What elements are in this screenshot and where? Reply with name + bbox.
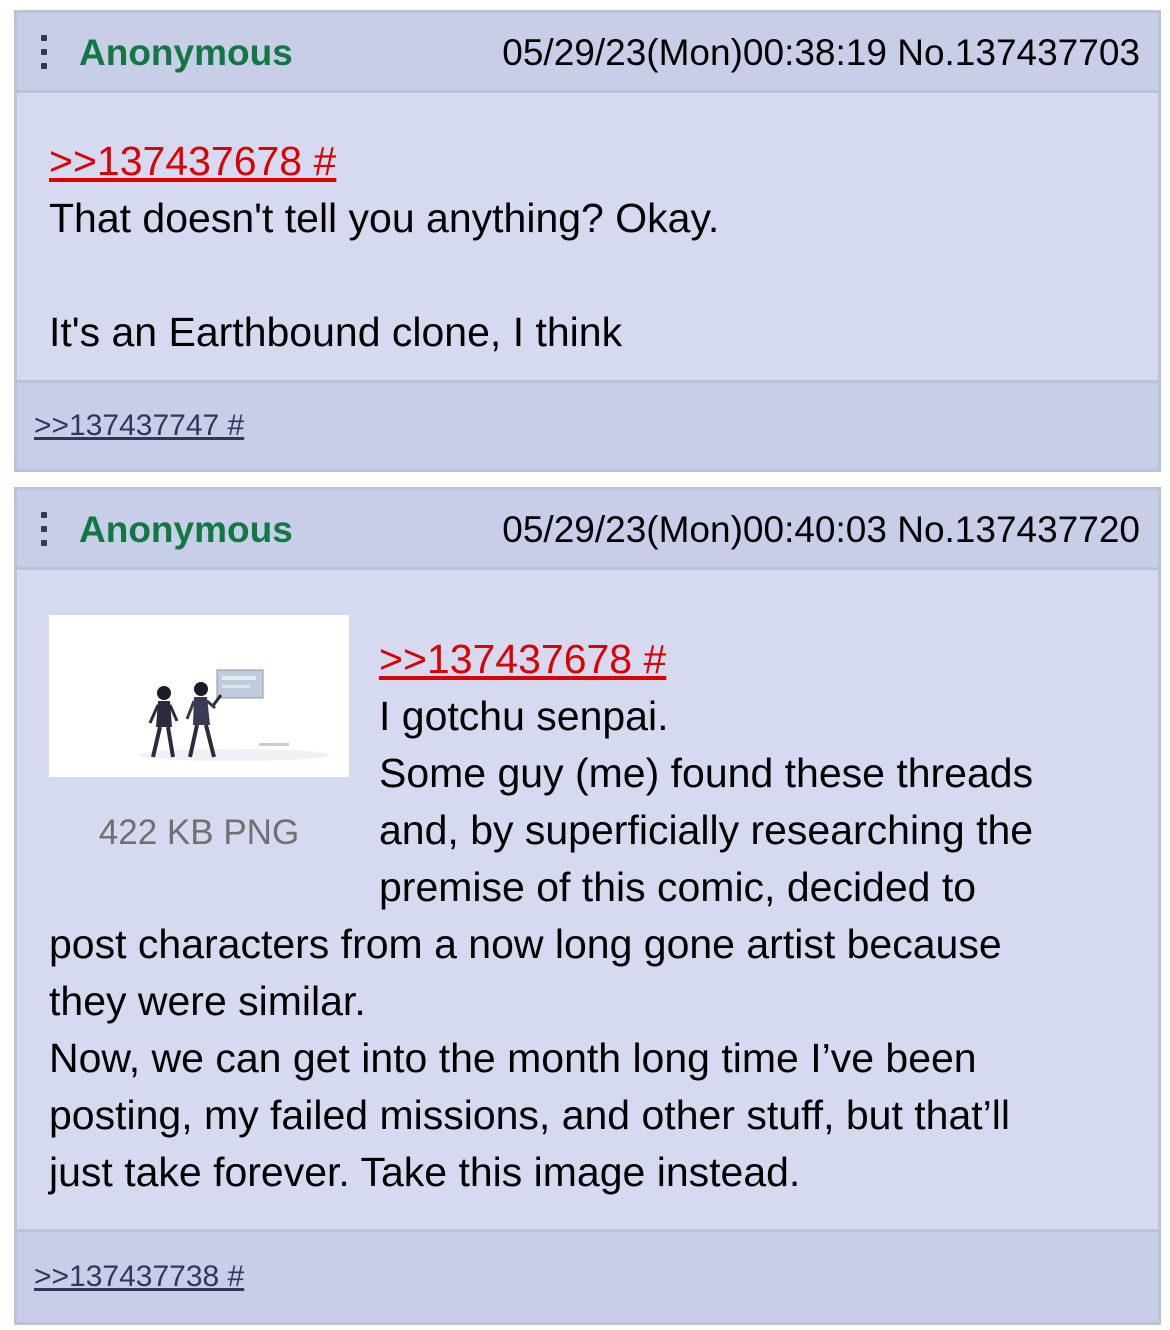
post-137437703: Anonymous 05/29/23(Mon)00:38:19 No.13743… (14, 10, 1161, 472)
post-header: Anonymous 05/29/23(Mon)00:40:03 No.13743… (17, 490, 1158, 570)
message-line: Now, we can get into the month long time… (49, 1035, 977, 1081)
post-message-full-width: post characters from a now long gone art… (49, 916, 1010, 1201)
message-line: post characters from a now long gone art… (49, 921, 1002, 967)
post-image-thumbnail[interactable] (49, 615, 349, 777)
file-info: 422 KB PNG (98, 813, 300, 852)
post-date-and-number: 05/29/23(Mon)00:40:03 No.137437720 (502, 508, 1140, 552)
backlink[interactable]: >>137437738 # (34, 1260, 244, 1294)
message-line: posting, my failed missions, and other s… (49, 1092, 1010, 1138)
post-footer: >>137437747 # (17, 380, 1158, 469)
post-number[interactable]: No.137437703 (897, 32, 1140, 73)
vertical-ellipsis-icon[interactable] (41, 35, 47, 71)
message-line: Some guy (me) found these threads (379, 750, 1034, 796)
quote-link[interactable]: >>137437678 # (49, 138, 336, 184)
post-date-and-number: 05/29/23(Mon)00:38:19 No.137437703 (502, 31, 1140, 75)
poster-name: Anonymous (79, 509, 293, 550)
post-message: >>137437678 # That doesn't tell you anyt… (49, 133, 719, 361)
message-line: It's an Earthbound clone, I think (49, 309, 623, 355)
post-header: Anonymous 05/29/23(Mon)00:38:19 No.13743… (17, 13, 1158, 93)
post-datetime: 05/29/23(Mon)00:40:03 (502, 509, 887, 550)
message-line: they were similar. (49, 978, 366, 1024)
comic-figures-image (49, 615, 349, 777)
message-line: just take forever. Take this image inste… (49, 1149, 801, 1195)
post-datetime: 05/29/23(Mon)00:38:19 (502, 32, 887, 73)
message-line: That doesn't tell you anything? Okay. (49, 195, 720, 241)
quote-link[interactable]: >>137437678 # (379, 636, 666, 682)
post-137437720: Anonymous 05/29/23(Mon)00:40:03 No.13743… (14, 487, 1161, 1325)
message-line: premise of this comic, decided to (379, 864, 977, 910)
post-footer: >>137437738 # (17, 1229, 1158, 1322)
post-body: >>137437678 # That doesn't tell you anyt… (17, 93, 1158, 383)
post-message-beside-image: >>137437678 # I gotchu senpai. Some guy … (379, 631, 1033, 916)
vertical-ellipsis-icon[interactable] (41, 512, 47, 548)
post-body: 422 KB PNG >>137437678 # I gotchu senpai… (17, 570, 1158, 1232)
post-number[interactable]: No.137437720 (897, 509, 1140, 550)
message-line: I gotchu senpai. (379, 693, 669, 739)
message-line: and, by superficially researching the (379, 807, 1034, 853)
backlink[interactable]: >>137437747 # (34, 409, 244, 443)
poster-name: Anonymous (79, 32, 293, 73)
